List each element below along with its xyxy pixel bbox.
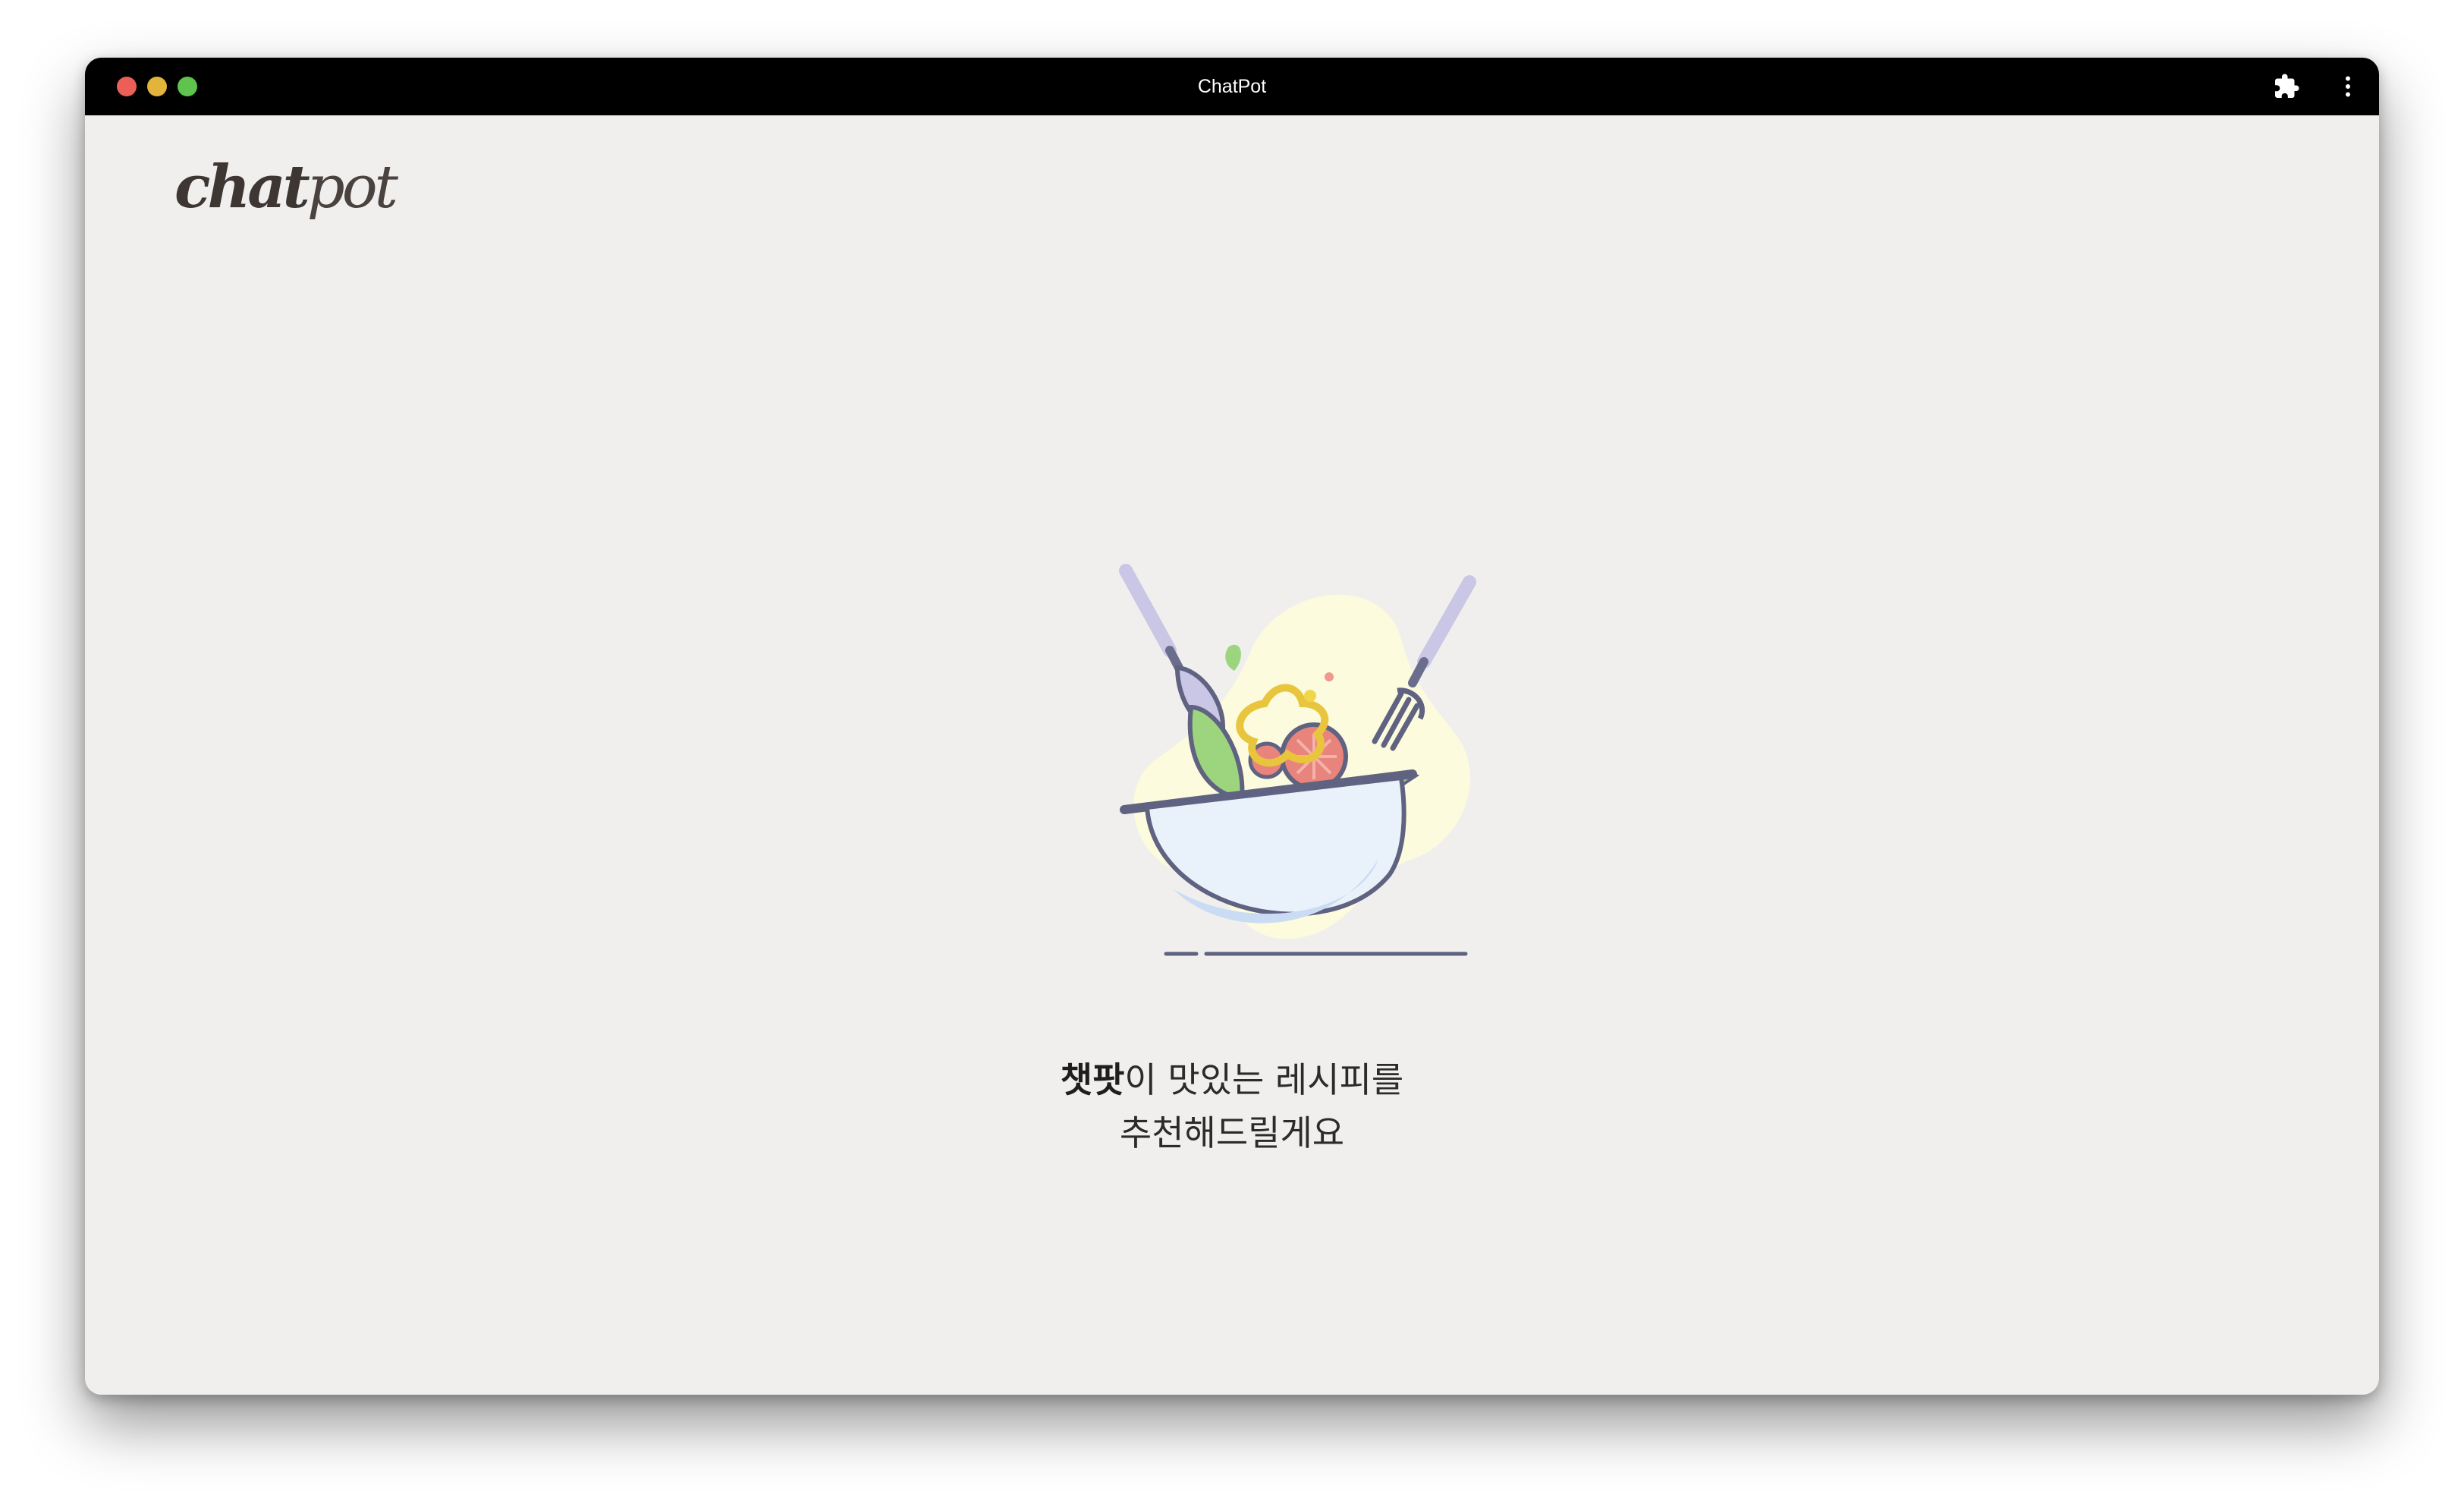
window-title: ChatPot (1197, 76, 1267, 97)
main-content: chatpot 챗팟이 맛있는 레시피를 추천해드릴게요 (85, 115, 2379, 1395)
knife-icon (1119, 564, 1226, 729)
brand-name: 챗팟 (1060, 1059, 1125, 1100)
salad-bowl-icon (1119, 564, 1476, 956)
app-window: ChatPot chatpot 챗팟이 맛있는 레시피를 추천해드릴게요 (85, 58, 2379, 1395)
welcome-message-line1: 챗팟이 맛있는 레시피를 (853, 1053, 1611, 1106)
welcome-message: 챗팟이 맛있는 레시피를 추천해드릴게요 (853, 1053, 1611, 1159)
welcome-message-line2: 추천해드릴게요 (1119, 1112, 1345, 1153)
small-leaf (1225, 644, 1241, 671)
puzzle-icon[interactable] (2273, 73, 2300, 100)
welcome-message-line1-text: 이 맛있는 레시피를 (1124, 1059, 1404, 1100)
logo-text-pot: pot (306, 153, 398, 222)
more-vertical-icon[interactable] (2334, 73, 2362, 100)
title-bar: ChatPot (85, 58, 2379, 115)
chatpot-logo[interactable]: chatpot (174, 146, 398, 229)
logo-text-chat: chat (174, 153, 310, 222)
